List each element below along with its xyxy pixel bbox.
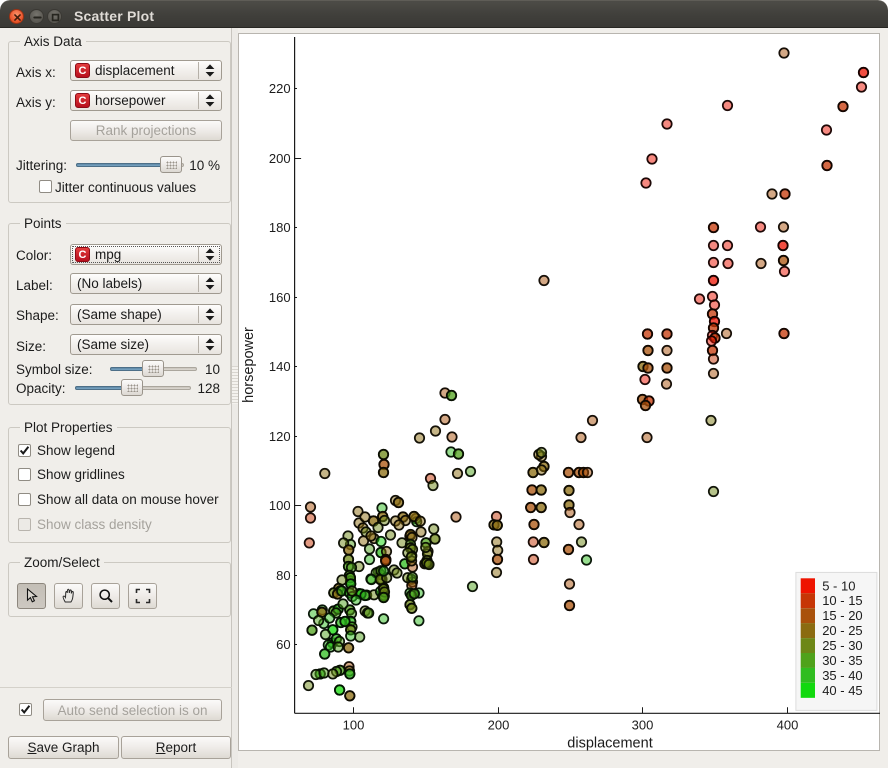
svg-text:100: 100 [343,717,365,732]
svg-text:60: 60 [276,637,290,652]
svg-text:200: 200 [488,717,510,732]
svg-text:120: 120 [269,429,291,444]
svg-text:160: 160 [269,290,291,305]
svg-text:35 - 40: 35 - 40 [822,668,862,683]
svg-text:300: 300 [632,717,654,732]
svg-text:10 - 15: 10 - 15 [822,593,862,608]
svg-text:15 - 20: 15 - 20 [822,608,862,623]
svg-text:40 - 45: 40 - 45 [822,683,862,698]
svg-text:30 - 35: 30 - 35 [822,653,862,668]
svg-text:horsepower: horsepower [241,327,257,403]
svg-text:100: 100 [269,498,291,513]
svg-text:5 - 10: 5 - 10 [822,578,855,593]
svg-text:140: 140 [269,359,291,374]
svg-text:25 - 30: 25 - 30 [822,638,862,653]
svg-text:220: 220 [269,81,291,96]
svg-text:200: 200 [269,151,291,166]
svg-text:400: 400 [777,717,799,732]
svg-text:80: 80 [276,568,290,583]
svg-text:20 - 25: 20 - 25 [822,623,862,638]
svg-text:180: 180 [269,220,291,235]
svg-text:displacement: displacement [567,736,652,752]
